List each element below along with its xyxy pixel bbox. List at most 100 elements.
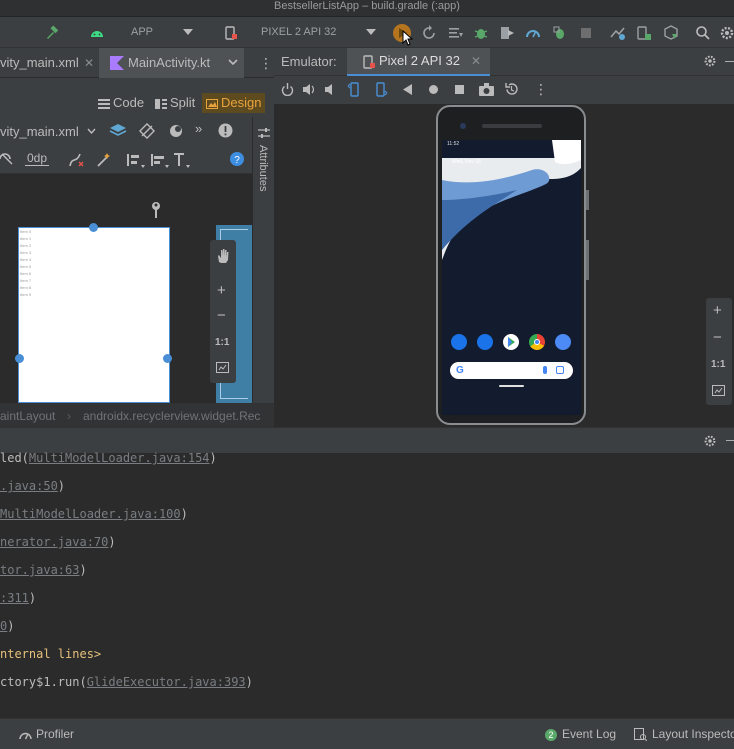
zoom-in-icon[interactable]: + (217, 283, 226, 298)
orientation-icon[interactable] (139, 123, 155, 139)
messages-app-icon[interactable] (477, 334, 493, 350)
zoom-out-icon[interactable]: − (217, 308, 226, 323)
more-options-icon[interactable]: ⋮ (259, 56, 273, 70)
more-options-icon[interactable]: ⋮ (534, 82, 548, 96)
console-source-link[interactable]: :311 (0, 591, 29, 605)
google-search-bar[interactable]: G (450, 362, 573, 379)
help-icon[interactable]: ? (230, 152, 244, 166)
chevron-down-icon[interactable] (183, 29, 193, 37)
layers-icon[interactable] (109, 123, 127, 139)
align-icon[interactable] (151, 152, 169, 168)
console-source-link[interactable]: nerator.java:70 (0, 535, 108, 549)
console-source-link[interactable]: tor.java:63 (0, 563, 79, 577)
pack-icon[interactable] (127, 152, 145, 168)
play-store-app-icon[interactable] (503, 334, 519, 350)
phone-app-icon[interactable] (451, 334, 467, 350)
volume-up-icon[interactable] (303, 83, 317, 96)
rotate-left-icon[interactable] (347, 82, 362, 97)
chrome-app-icon[interactable] (529, 334, 545, 350)
double-chevron-right-icon[interactable]: » (195, 121, 202, 136)
attach-debugger-icon[interactable] (552, 25, 568, 41)
close-icon[interactable]: ✕ (84, 48, 94, 78)
settings-gear-icon[interactable] (703, 434, 717, 448)
layout-inspector-button[interactable]: Layout Inspector (652, 719, 734, 749)
run-config-label[interactable]: APP (131, 17, 153, 48)
rotate-right-icon[interactable] (373, 82, 388, 97)
attributes-side-panel[interactable]: Attributes (252, 117, 274, 403)
wrench-icon[interactable] (150, 202, 162, 218)
zoom-actual-size-button[interactable]: 1:1 (215, 337, 229, 348)
device-screen[interactable]: 11:52 Wed, Nov 16 G (442, 140, 581, 415)
tab-main-activity-kt[interactable]: MainActivity.kt (99, 48, 244, 78)
breadcrumb-constraint-layout[interactable]: aintLayout (0, 404, 55, 428)
overview-icon[interactable] (455, 85, 464, 94)
debug-icon[interactable] (473, 25, 489, 41)
minimize-icon[interactable]: — (726, 433, 734, 447)
camera-icon[interactable] (479, 83, 494, 96)
android-icon[interactable] (89, 25, 105, 41)
apply-code-changes-icon[interactable] (448, 25, 464, 41)
default-margin-field[interactable]: 0dp (25, 151, 50, 166)
apply-changes-icon[interactable] (421, 25, 437, 41)
device-manager-icon[interactable] (636, 25, 652, 41)
chevron-down-icon[interactable] (87, 128, 96, 134)
console-source-link[interactable]: GlideExecutor.java:393 (87, 675, 246, 689)
layout-preview-page[interactable]: Item 0 Item 1 Item 2 Item 3 Item 4 Item 5 Item… (18, 227, 170, 403)
search-icon[interactable] (695, 25, 711, 41)
profiler-button[interactable]: Profiler (36, 719, 74, 749)
pan-hand-icon[interactable] (215, 248, 231, 264)
console-source-link[interactable]: .java:50 (0, 479, 58, 493)
console-source-link[interactable]: MultiModelLoader.java:154 (29, 451, 210, 465)
zoom-actual-size-button[interactable]: 1:1 (711, 359, 725, 370)
console-source-link[interactable]: MultiModelLoader.java:100 (0, 507, 181, 521)
zoom-to-fit-icon[interactable] (216, 362, 229, 373)
breadcrumb-recyclerview[interactable]: androidx.recyclerview.widget.Rec (83, 404, 260, 428)
chevron-down-icon[interactable] (228, 59, 238, 66)
run-console-output[interactable]: led(MultiModelLoader.java:154) .java:50) M… (0, 451, 734, 718)
event-log-button[interactable]: Event Log (562, 719, 616, 749)
editor-tab-bar: vity_main.xml ✕ MainActivity.kt ⋮ (0, 48, 274, 78)
close-icon[interactable]: ✕ (471, 48, 481, 74)
layout-file-selector[interactable]: vity_main.xml (0, 117, 79, 146)
top-constraint-handle[interactable] (89, 223, 98, 232)
recycler-list-item: Item 9 (20, 292, 32, 297)
right-constraint-handle[interactable] (163, 354, 172, 363)
run-with-coverage-icon[interactable] (499, 25, 515, 41)
guidelines-icon[interactable] (174, 152, 192, 168)
minimize-icon[interactable]: — (725, 54, 734, 68)
zoom-in-icon[interactable]: + (713, 303, 722, 318)
emulator-device-tab[interactable]: Pixel 2 API 32 ✕ (347, 48, 490, 76)
infer-constraints-icon[interactable] (96, 152, 112, 168)
device-icon[interactable] (223, 25, 239, 41)
split-mode-button[interactable]: Split (151, 93, 199, 113)
power-icon[interactable] (281, 83, 294, 96)
profile-icon[interactable] (525, 25, 541, 41)
home-icon[interactable] (429, 85, 438, 94)
chevron-down-icon[interactable] (366, 29, 376, 37)
snapshot-restore-icon[interactable] (504, 82, 519, 97)
autoconnect-icon[interactable] (0, 152, 14, 166)
code-mode-button[interactable]: Code (94, 93, 148, 113)
tab-activity-main-xml[interactable]: vity_main.xml ✕ (0, 48, 98, 78)
device-selector[interactable]: PIXEL 2 API 32 (261, 17, 336, 48)
back-icon[interactable] (403, 84, 413, 95)
lens-icon[interactable] (556, 366, 564, 374)
settings-gear-icon[interactable] (719, 25, 734, 41)
design-zoom-panel: + − 1:1 (210, 240, 236, 383)
gesture-handle[interactable] (499, 385, 524, 387)
settings-gear-icon[interactable] (703, 54, 717, 68)
camera-app-icon[interactable] (555, 334, 571, 350)
hammer-icon[interactable] (44, 25, 60, 41)
warning-info-icon[interactable] (218, 123, 233, 138)
zoom-to-fit-icon[interactable] (712, 385, 725, 396)
design-mode-button[interactable]: Design (202, 93, 266, 113)
volume-down-icon[interactable] (325, 83, 337, 96)
sdk-manager-icon[interactable] (663, 25, 679, 41)
clear-constraints-icon[interactable] (68, 152, 84, 168)
sync-gradle-icon[interactable] (610, 25, 626, 41)
left-constraint-handle[interactable] (15, 354, 24, 363)
microphone-icon[interactable] (543, 366, 547, 374)
zoom-out-icon[interactable]: − (713, 330, 722, 345)
stop-icon[interactable] (578, 25, 594, 41)
theme-icon[interactable] (168, 123, 184, 139)
